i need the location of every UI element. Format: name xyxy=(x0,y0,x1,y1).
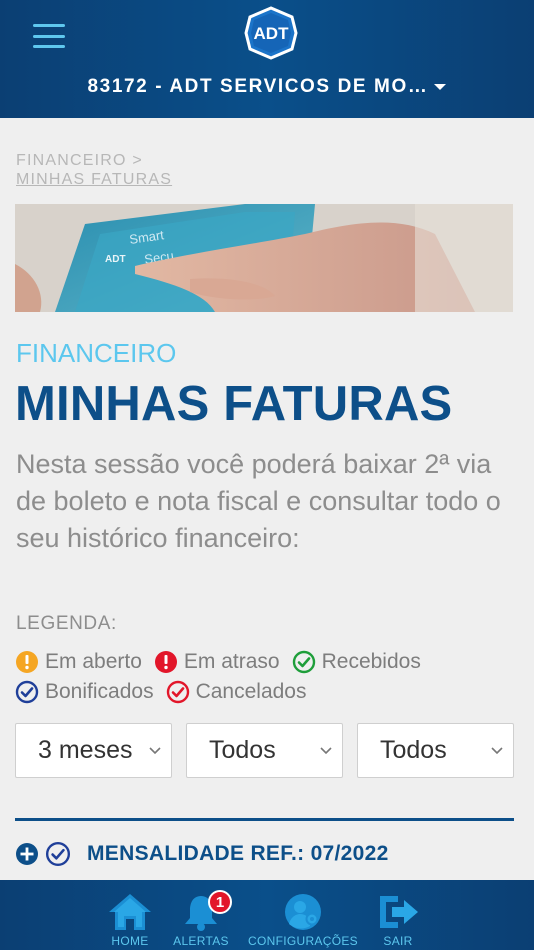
home-icon xyxy=(109,894,151,930)
nav-config-label: CONFIGURAÇÕES xyxy=(248,934,358,948)
account-selector[interactable]: 83172 - ADT SERVICOS DE MO… xyxy=(0,76,534,98)
chevron-down-icon xyxy=(491,747,503,755)
app: ADT 83172 - ADT SERVICOS DE MO… FINANCEI… xyxy=(0,0,534,950)
exit-icon xyxy=(380,896,418,928)
menu-icon[interactable] xyxy=(33,24,65,48)
divider xyxy=(15,818,514,821)
breadcrumb: FINANCEIRO > MINHAS FATURAS xyxy=(16,151,172,189)
legend-item-open: Em aberto xyxy=(15,650,142,674)
alert-icon xyxy=(154,651,177,673)
legend-label: Recebidos xyxy=(321,650,421,673)
status-value: Todos xyxy=(209,736,276,764)
svg-text:ADT: ADT xyxy=(105,254,126,265)
nav-exit-label: SAIR xyxy=(383,934,413,948)
expand-plus-icon[interactable] xyxy=(15,842,39,866)
account-label: 83172 - ADT SERVICOS DE MO… xyxy=(87,76,429,97)
check-circle-icon xyxy=(15,680,39,704)
invoice-row[interactable]: MENSALIDADE REF.: 07/2022 xyxy=(15,841,389,867)
breadcrumb-parent[interactable]: FINANCEIRO > xyxy=(16,151,172,170)
section-label: FINANCEIRO xyxy=(16,338,177,368)
status-select[interactable]: Todos xyxy=(186,723,343,778)
nav-alerts[interactable]: 1 ALERTAS xyxy=(168,880,234,950)
legend-item-cancelled: Cancelados xyxy=(166,680,307,704)
legend-label: Bonificados xyxy=(45,680,154,703)
legend-item-received: Recebidos xyxy=(292,650,421,674)
nav-home[interactable]: HOME xyxy=(100,880,160,950)
bottom-nav: HOME 1 ALERTAS CONFIGURAÇÕES SAIR xyxy=(0,880,534,950)
intro-text: Nesta sessão você poderá baixar 2ª via d… xyxy=(16,449,501,553)
user-settings-icon xyxy=(285,894,321,930)
nav-home-label: HOME xyxy=(111,934,149,948)
invoice-title: MENSALIDADE REF.: 07/2022 xyxy=(87,842,389,865)
nav-config[interactable]: CONFIGURAÇÕES xyxy=(244,880,362,950)
legend-label: Cancelados xyxy=(195,680,307,703)
period-select[interactable]: 3 meses xyxy=(15,723,172,778)
breadcrumb-current[interactable]: MINHAS FATURAS xyxy=(16,170,172,189)
chevron-down-icon xyxy=(320,747,332,755)
legend-item-late: Em atraso xyxy=(154,650,280,674)
top-header: ADT 83172 - ADT SERVICOS DE MO… xyxy=(0,0,534,118)
legend-title: LEGENDA: xyxy=(16,613,117,634)
caret-down-icon xyxy=(434,83,447,90)
type-value: Todos xyxy=(380,736,447,764)
adt-logo: ADT xyxy=(244,6,298,60)
check-circle-icon xyxy=(292,650,315,674)
page-title: MINHAS FATURAS xyxy=(15,377,453,431)
check-circle-icon xyxy=(45,841,71,867)
nav-alerts-label: ALERTAS xyxy=(173,934,229,948)
legend-label: Em aberto xyxy=(45,650,142,673)
chevron-down-icon xyxy=(149,747,161,755)
legend-item-bonus: Bonificados xyxy=(15,680,154,704)
alerts-badge: 1 xyxy=(208,890,232,914)
legend-label: Em atraso xyxy=(183,650,280,673)
warning-icon xyxy=(16,651,38,673)
hero-image: Smart Secu ADT xyxy=(15,204,513,312)
legend-row: Bonificados Cancelados xyxy=(15,680,318,704)
check-circle-icon xyxy=(166,680,189,704)
svg-text:ADT: ADT xyxy=(254,24,290,43)
type-select[interactable]: Todos xyxy=(357,723,514,778)
nav-exit[interactable]: SAIR xyxy=(370,880,426,950)
period-value: 3 meses xyxy=(38,736,133,764)
legend-row: Em aberto Em atraso Recebidos xyxy=(15,650,433,674)
